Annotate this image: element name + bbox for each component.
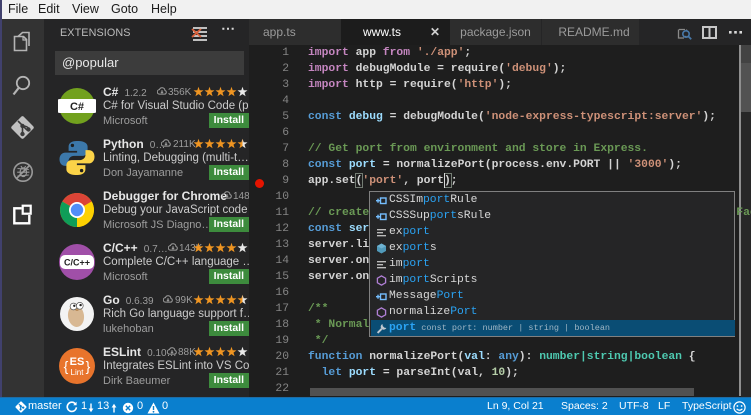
svg-text:ES: ES [70, 356, 85, 368]
svg-text:Lint: Lint [71, 368, 85, 377]
svg-text:C#: C# [70, 101, 84, 113]
svg-text:C/C++: C/C++ [64, 258, 90, 268]
svg-text:{: { [64, 358, 69, 374]
svg-text:}: } [86, 358, 91, 374]
